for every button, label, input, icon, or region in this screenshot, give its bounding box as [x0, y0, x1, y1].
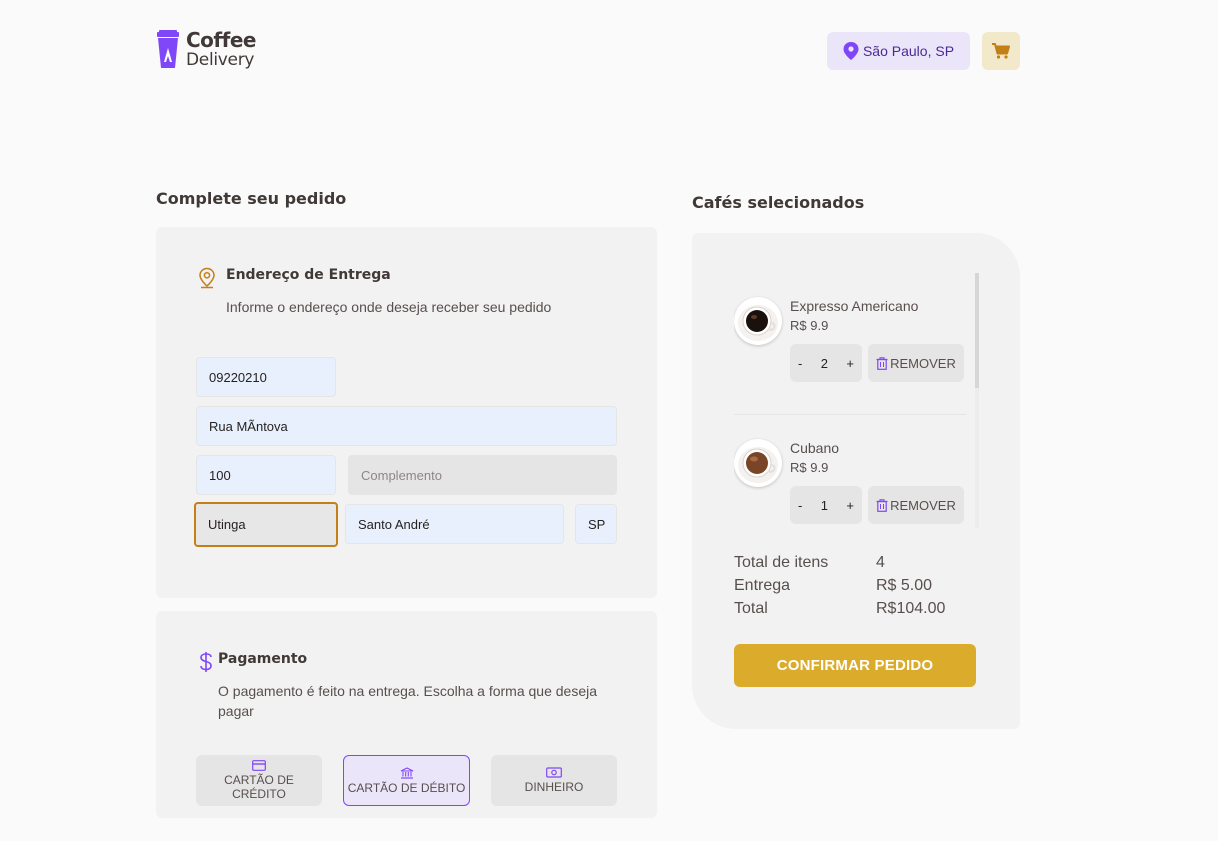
remove-label: REMOVER — [890, 497, 956, 513]
cep-input[interactable]: 09220210 — [196, 357, 336, 397]
dollar-sign-icon — [200, 652, 212, 672]
logo-text-coffee: Coffee — [186, 28, 256, 52]
header: Coffee Delivery São Paulo, SP — [156, 30, 1020, 74]
remove-button[interactable]: REMOVER — [868, 486, 964, 524]
city-input[interactable]: Santo André — [345, 504, 564, 544]
coffee-image — [734, 439, 782, 487]
quantity-stepper: - 2 + — [790, 344, 862, 382]
number-input[interactable]: 100 — [196, 455, 336, 495]
quantity-stepper: - 1 + — [790, 486, 862, 524]
cart-section-title: Cafés selecionados — [692, 193, 865, 212]
shopping-cart-icon — [992, 43, 1010, 59]
remove-button[interactable]: REMOVER — [868, 344, 964, 382]
payment-header: Pagamento O pagamento é feito na entrega… — [198, 651, 608, 721]
item-name: Cubano — [790, 440, 840, 456]
address-heading: Endereço de Entrega — [226, 267, 391, 283]
decrease-button[interactable]: - — [798, 498, 802, 513]
items-label: Total de itens — [734, 554, 829, 571]
totals-total-row: Total R$104.00 — [734, 597, 974, 620]
map-pin-outline-icon — [199, 267, 215, 289]
address-subtitle: Informe o endereço onde deseja receber s… — [226, 299, 552, 315]
coffee-cup-logo-icon — [157, 30, 179, 68]
trash-icon — [876, 356, 888, 370]
quantity-value: 2 — [820, 355, 828, 371]
order-section-title: Complete seu pedido — [156, 189, 347, 208]
complement-input[interactable]: Complemento — [348, 455, 617, 495]
item-price: R$ 9.9 — [790, 318, 829, 333]
location-text: São Paulo, SP — [862, 43, 955, 59]
scrollbar-thumb[interactable] — [975, 273, 979, 388]
payment-subtitle: O pagamento é feito na entrega. Escolha … — [218, 683, 598, 719]
items-value: 4 — [876, 554, 885, 571]
payment-debit-label: CARTÃO DE DÉBITO — [347, 780, 466, 795]
decrease-button[interactable]: - — [798, 356, 802, 371]
increase-button[interactable]: + — [846, 498, 854, 513]
logo-text-delivery: Delivery — [186, 50, 255, 70]
address-header: Endereço de Entrega Informe o endereço o… — [198, 267, 551, 317]
coffee-image — [734, 297, 782, 345]
payment-debit-card-button[interactable]: CARTÃO DE DÉBITO — [343, 755, 470, 806]
uf-input[interactable]: SP — [575, 504, 617, 544]
payment-cash-button[interactable]: DINHEIRO — [491, 755, 617, 806]
delivery-label: Entrega — [734, 577, 791, 594]
map-pin-icon — [843, 42, 859, 60]
totals-delivery-row: Entrega R$ 5.00 — [734, 574, 974, 597]
payment-heading: Pagamento — [218, 651, 308, 667]
remove-label: REMOVER — [890, 355, 956, 371]
trash-icon — [876, 498, 888, 512]
cart-totals: Total de itens 4 Entrega R$ 5.00 Total R… — [734, 551, 974, 620]
delivery-value: R$ 5.00 — [876, 577, 933, 594]
credit-card-icon — [252, 760, 266, 771]
payment-credit-card-button[interactable]: CARTÃO DE CRÉDITO — [196, 755, 322, 806]
item-name: Expresso Americano — [790, 298, 919, 314]
quantity-value: 1 — [820, 497, 828, 513]
money-icon — [546, 767, 562, 778]
bank-icon — [400, 766, 413, 779]
total-value: R$104.00 — [876, 600, 946, 617]
cart-item: Cubano R$ 9.9 - 1 + REMOVER — [734, 415, 974, 524]
payment-cash-label: DINHEIRO — [524, 780, 584, 794]
confirm-order-button[interactable]: CONFIRMAR PEDIDO — [734, 644, 976, 687]
cart-button[interactable] — [982, 32, 1020, 70]
cart-item: Expresso Americano R$ 9.9 - 2 + REMOVER — [734, 273, 974, 415]
address-card: Endereço de Entrega Informe o endereço o… — [156, 227, 657, 598]
cart-card: Expresso Americano R$ 9.9 - 2 + REMOVER — [692, 233, 1020, 729]
street-input[interactable]: Rua MÃntova — [196, 406, 617, 446]
payment-card: Pagamento O pagamento é feito na entrega… — [156, 611, 657, 818]
item-price: R$ 9.9 — [790, 460, 829, 475]
logo[interactable]: Coffee Delivery — [156, 30, 256, 70]
increase-button[interactable]: + — [846, 356, 854, 371]
cart-items-list[interactable]: Expresso Americano R$ 9.9 - 2 + REMOVER — [734, 273, 980, 528]
payment-credit-label: CARTÃO DE CRÉDITO — [224, 773, 294, 801]
location-badge[interactable]: São Paulo, SP — [827, 32, 970, 70]
totals-items-row: Total de itens 4 — [734, 551, 974, 574]
cart-scrollbar[interactable] — [975, 273, 979, 528]
total-label: Total — [734, 600, 768, 617]
neighborhood-input[interactable]: Utinga — [194, 502, 338, 547]
